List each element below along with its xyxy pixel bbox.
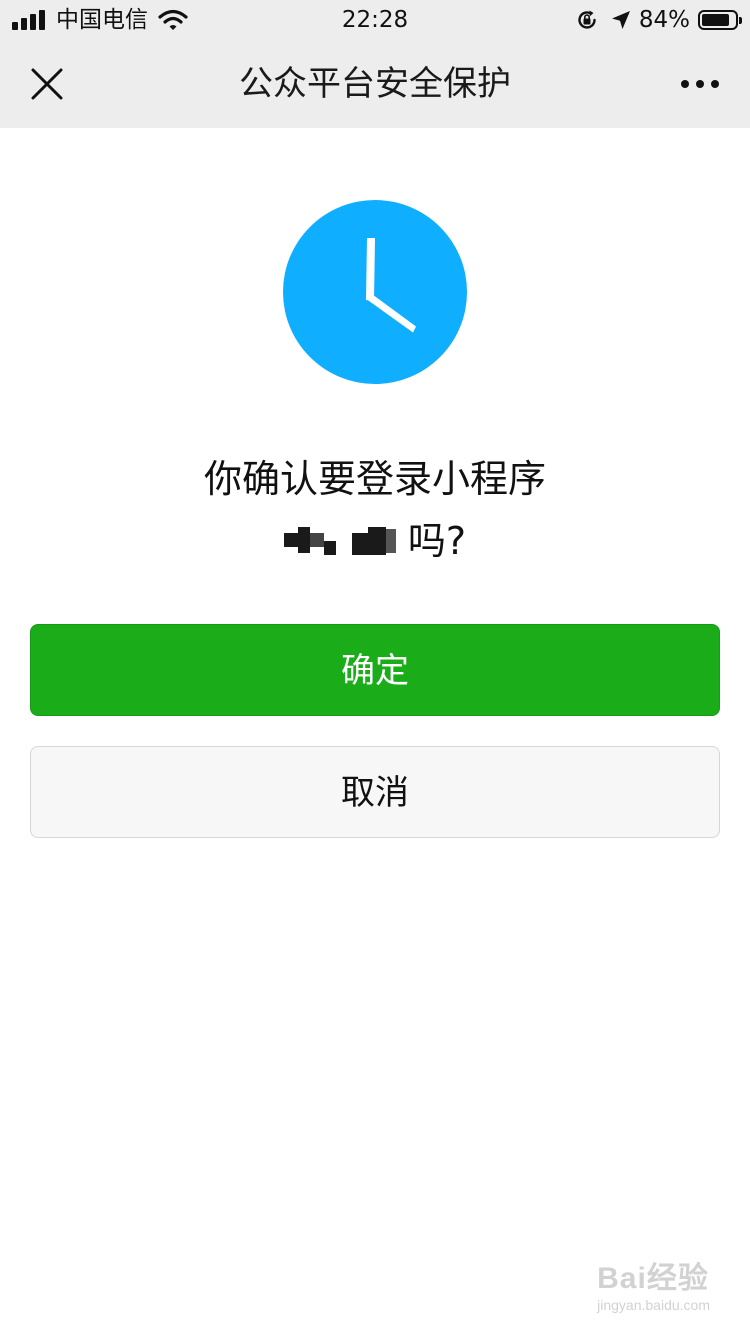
more-dots-icon xyxy=(681,80,719,88)
login-prompt: 你确认要登录小程序 吗? xyxy=(40,448,710,577)
more-options-button[interactable] xyxy=(672,59,728,109)
watermark-brand: Bai经验 xyxy=(597,1262,709,1295)
close-button[interactable] xyxy=(22,59,72,109)
close-icon xyxy=(31,68,63,100)
baidu-jingyan-watermark: Bai经验 jingyan.baidu.com xyxy=(597,1262,710,1314)
status-bar: 中国电信 22:28 84% xyxy=(0,0,750,40)
battery-fill xyxy=(702,14,729,26)
nav-bar: 公众平台安全保护 xyxy=(0,40,750,128)
page-title: 公众平台安全保护 xyxy=(239,64,511,104)
watermark-url: jingyan.baidu.com xyxy=(597,1297,710,1313)
clock-icon xyxy=(283,200,467,384)
prompt-line2-suffix: 吗? xyxy=(407,519,467,563)
redacted-miniprogram-name xyxy=(283,523,406,559)
rotation-lock-icon xyxy=(578,10,596,29)
location-arrow-icon xyxy=(611,11,630,29)
prompt-line2: 吗? xyxy=(283,510,467,572)
prompt-line1: 你确认要登录小程序 xyxy=(203,457,546,501)
battery-percent: 84% xyxy=(638,7,690,33)
battery-icon xyxy=(698,10,742,30)
confirm-button[interactable]: 确定 xyxy=(30,624,720,716)
cancel-button[interactable]: 取消 xyxy=(30,746,720,838)
status-right: 84% xyxy=(575,6,742,34)
